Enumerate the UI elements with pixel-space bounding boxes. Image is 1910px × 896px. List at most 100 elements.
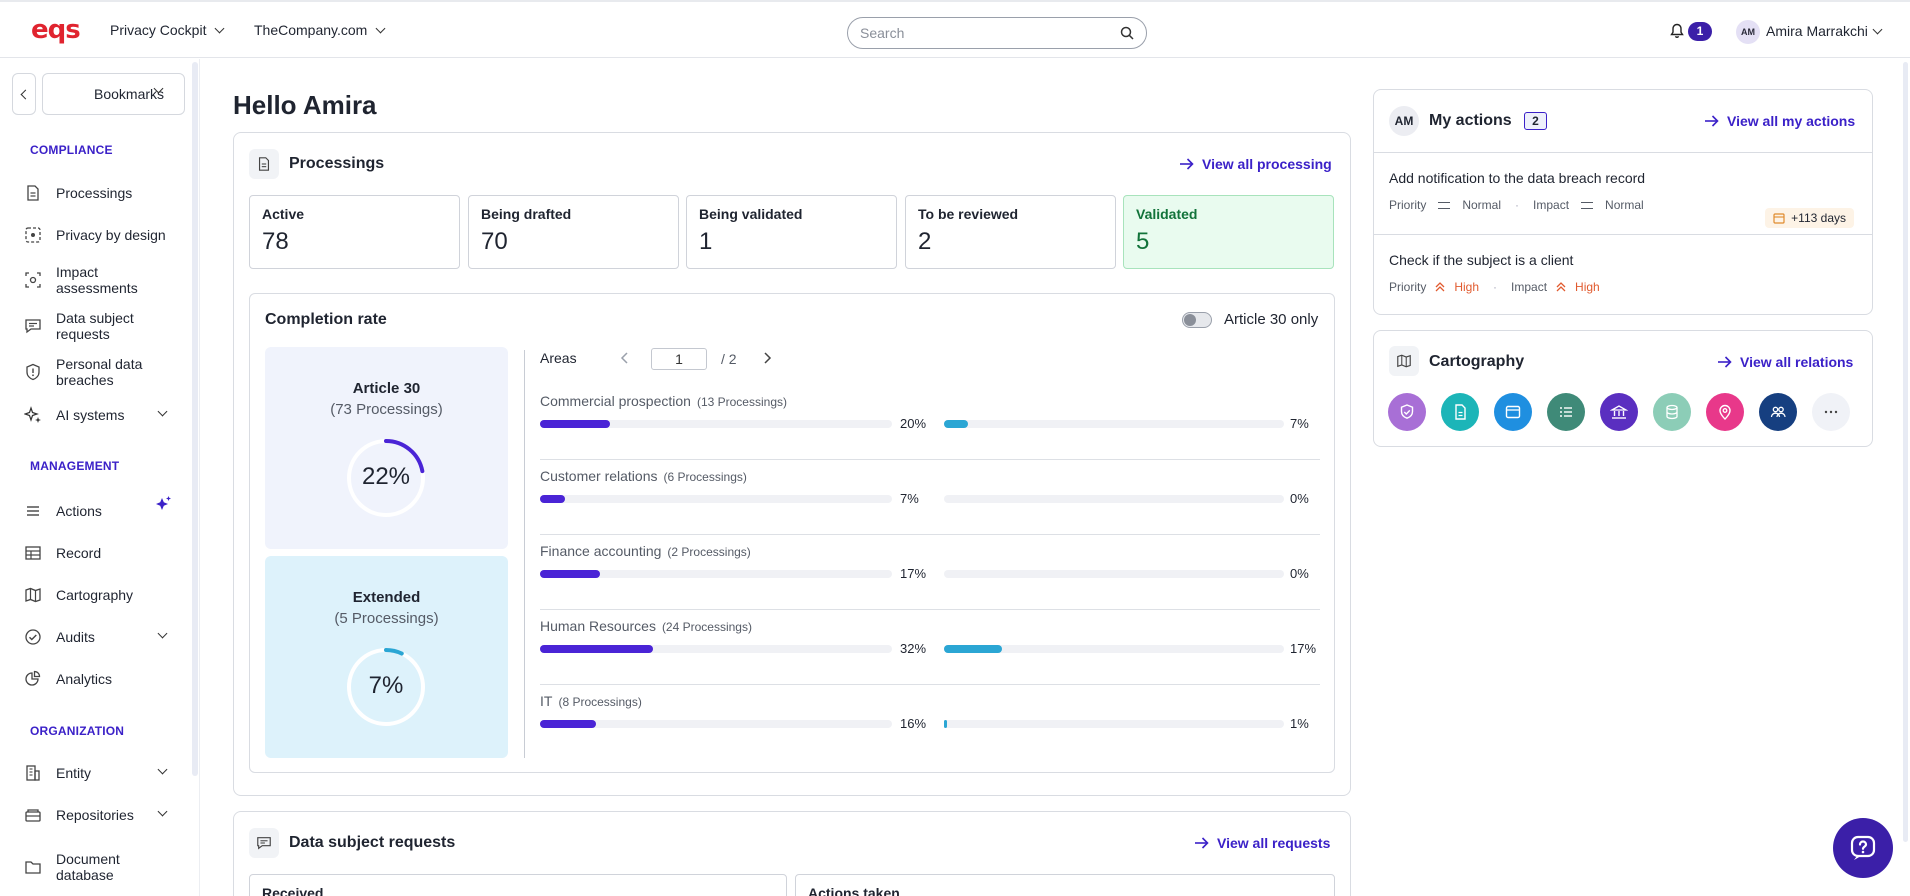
- collapse-sidebar-button[interactable]: [12, 73, 36, 115]
- search-icon[interactable]: [1120, 26, 1134, 40]
- view-link-label: View all requests: [1217, 835, 1331, 851]
- document-icon[interactable]: [1441, 393, 1479, 431]
- chevron-down-icon[interactable]: [157, 764, 168, 775]
- calendar-icon: [1773, 213, 1785, 224]
- processings-panel-icon: [249, 149, 279, 179]
- section-compliance: COMPLIANCE: [30, 143, 113, 157]
- article30-progress-track: [540, 720, 892, 728]
- sidebar-item-repositories[interactable]: Repositories: [24, 806, 174, 824]
- sidebar-item-analytics[interactable]: Analytics: [24, 670, 174, 688]
- notification-count-badge[interactable]: 1: [1688, 22, 1712, 41]
- sidebar-item-impact-assessments[interactable]: Impact assessments: [24, 264, 174, 296]
- stat-validated[interactable]: Validated 5: [1123, 195, 1334, 269]
- document-icon: [27, 185, 39, 201]
- sidebar-item-label: AI systems: [56, 407, 125, 423]
- stat-being-validated[interactable]: Being validated 1: [686, 195, 897, 269]
- article30-progress-track: [540, 495, 892, 503]
- dsr-actions-taken-box[interactable]: Actions taken: [795, 874, 1335, 896]
- action-item[interactable]: Add notification to the data breach reco…: [1374, 170, 1872, 232]
- areas-page-input[interactable]: [651, 348, 707, 370]
- stat-active[interactable]: Active 78: [249, 195, 460, 269]
- user-avatar[interactable]: AM: [1736, 20, 1760, 44]
- view-all-relations-link[interactable]: View all relations: [1718, 354, 1853, 370]
- area-row[interactable]: Finance accounting (2 Processings) 17% 0%: [540, 535, 1320, 610]
- sidebar-item-processings[interactable]: Processings: [24, 184, 174, 202]
- dsr-received-box[interactable]: Received: [249, 874, 787, 896]
- article30-only-toggle[interactable]: [1182, 312, 1212, 328]
- article30-rate: 22%: [361, 463, 411, 490]
- more-icon[interactable]: [1812, 393, 1850, 431]
- action-item[interactable]: Check if the subject is a client Priorit…: [1374, 252, 1872, 302]
- chevron-left-icon[interactable]: [620, 352, 630, 364]
- people-icon[interactable]: [1759, 393, 1797, 431]
- article30-progress-fill: [540, 420, 611, 428]
- cartography-title: Cartography: [1429, 353, 1525, 370]
- chevron-down-icon: [1872, 24, 1883, 34]
- arrow-right-icon: [1718, 356, 1732, 368]
- stat-being-drafted[interactable]: Being drafted 70: [468, 195, 679, 269]
- sidebar-item-label: Privacy by design: [56, 227, 166, 243]
- extended-subtitle: (5 Processings): [334, 610, 439, 627]
- sidebar-item-privacy-by-design[interactable]: Privacy by design: [24, 226, 174, 244]
- stat-label: Validated: [1136, 206, 1198, 222]
- priority-value: High: [1454, 280, 1480, 294]
- stat-to-be-reviewed[interactable]: To be reviewed 2: [905, 195, 1116, 269]
- bank-icon[interactable]: [1600, 393, 1638, 431]
- sidebar-item-cartography[interactable]: Cartography: [24, 586, 174, 604]
- area-row[interactable]: Customer relations (6 Processings) 7% 0%: [540, 460, 1320, 535]
- sidebar-item-document-database[interactable]: Document database: [24, 851, 174, 883]
- area-name: IT (8 Processings): [540, 693, 642, 709]
- view-all-requests-link[interactable]: View all requests: [1195, 835, 1330, 851]
- shield-check-icon[interactable]: [1388, 393, 1426, 431]
- sidebar-item-audits[interactable]: Audits: [24, 628, 174, 646]
- extended-percent: 1%: [1290, 716, 1309, 731]
- area-row[interactable]: Commercial prospection (13 Processings) 20…: [540, 385, 1320, 460]
- stat-value: 2: [918, 228, 932, 255]
- help-chat-icon: [1850, 835, 1876, 860]
- nav-company-selector[interactable]: TheCompany.com: [254, 22, 386, 38]
- chevron-left-icon: [20, 89, 31, 99]
- location-pin-icon[interactable]: [1706, 393, 1744, 431]
- search-bar: [847, 17, 1147, 49]
- area-row[interactable]: IT (8 Processings) 16% 1%: [540, 685, 1320, 760]
- help-chat-button[interactable]: [1833, 818, 1893, 878]
- pie-chart-icon: [25, 670, 41, 686]
- sidebar-item-entity[interactable]: Entity: [24, 764, 174, 782]
- article30-progress-track: [540, 645, 892, 653]
- extended-progress-track: [944, 420, 1284, 428]
- user-name: Amira Marrakchi: [1766, 23, 1868, 39]
- list-icon[interactable]: [1547, 393, 1585, 431]
- search-input[interactable]: [860, 25, 1120, 41]
- bookmarks-dropdown[interactable]: Bookmarks: [42, 73, 185, 115]
- area-row[interactable]: Human Resources (24 Processings) 32% 17%: [540, 610, 1320, 685]
- dsr-title: Data subject requests: [289, 834, 456, 851]
- article30-percent: 17%: [900, 566, 927, 581]
- sidebar-item-actions[interactable]: Actions: [24, 502, 174, 520]
- window-icon[interactable]: [1494, 393, 1532, 431]
- chevron-down-icon: [375, 23, 386, 33]
- user-menu[interactable]: Amira Marrakchi: [1766, 23, 1883, 39]
- article30-percent: 7%: [900, 491, 919, 506]
- chevron-down-icon[interactable]: [157, 406, 168, 417]
- top-bar: eqs Privacy Cockpit TheCompany.com 1 AM …: [0, 0, 1910, 58]
- database-icon[interactable]: [1653, 393, 1691, 431]
- sidebar-item-data-subject-requests[interactable]: Data subject requests: [24, 310, 174, 342]
- chevron-down-icon[interactable]: [157, 806, 168, 817]
- nav-privacy-cockpit[interactable]: Privacy Cockpit: [110, 22, 225, 38]
- bell-icon[interactable]: [1670, 23, 1684, 39]
- page-scrollbar[interactable]: [1903, 62, 1908, 842]
- sidebar-item-personal-data-breaches[interactable]: Personal data breaches: [24, 356, 174, 388]
- areas-label: Areas: [540, 350, 577, 366]
- map-icon: [1397, 354, 1411, 368]
- extended-title: Extended: [352, 589, 421, 606]
- chevron-right-icon[interactable]: [762, 352, 772, 364]
- sidebar-item-ai-systems[interactable]: AI systems: [24, 406, 174, 424]
- area-count: (2 Processings): [667, 545, 751, 559]
- view-all-my-actions-link[interactable]: View all my actions: [1705, 113, 1855, 129]
- eqs-logo[interactable]: eqs: [31, 17, 81, 43]
- extended-progress-track: [944, 645, 1284, 653]
- chevron-down-icon[interactable]: [157, 628, 168, 639]
- sidebar-item-record[interactable]: Record: [24, 544, 174, 562]
- sidebar-scrollbar[interactable]: [192, 62, 198, 776]
- view-all-processing-link[interactable]: View all processing: [1180, 156, 1332, 172]
